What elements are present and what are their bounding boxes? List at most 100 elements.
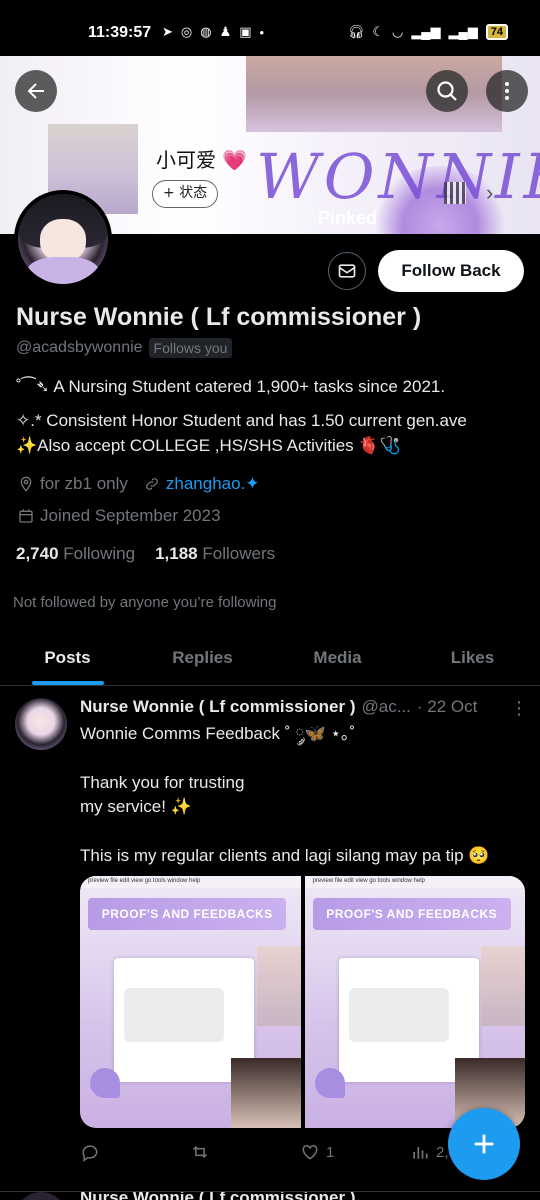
following-stat[interactable]: 2,740 Following — [16, 544, 135, 564]
banner-pinked-text: Pinked — [318, 208, 378, 228]
more-options-button[interactable] — [486, 70, 528, 112]
person-icon: ♟ — [219, 24, 232, 39]
more-dot: • — [259, 24, 265, 40]
link-item[interactable]: zhanghao.✦ — [144, 474, 260, 494]
search-icon — [437, 81, 457, 101]
tweet-line: Wonnie Comms Feedback ˚ ༘🦋 ⋆｡˚ — [80, 724, 356, 743]
following-count: 2,740 — [16, 544, 59, 563]
reply-button[interactable] — [80, 1142, 190, 1162]
shopping-bag-icon: ▣ — [239, 24, 252, 39]
follow-back-button[interactable]: Follow Back — [378, 250, 524, 292]
location-item: for zb1 only — [18, 474, 128, 494]
tweet-line: Thank you for trusting — [80, 772, 245, 792]
media-image-1[interactable]: preview file edit view go tools window h… — [80, 876, 301, 1128]
arrow-left-icon — [27, 83, 44, 99]
link-icon — [145, 478, 158, 490]
back-button[interactable] — [15, 70, 57, 112]
tab-media[interactable]: Media — [270, 630, 405, 685]
profile-meta: for zb1 only zhanghao.✦ — [18, 474, 260, 494]
plus-icon — [474, 1134, 494, 1154]
media-menu-bar: preview file edit view go tools window h… — [80, 876, 301, 888]
vertical-dots-icon — [505, 82, 509, 100]
instagram-icon: ◎ — [180, 24, 193, 39]
battery-indicator: 74 — [485, 24, 508, 40]
wifi-icon: ◡ — [391, 24, 404, 39]
tweet-avatar — [15, 1192, 67, 1200]
butterfly-icon — [90, 1068, 120, 1098]
bio-line: ✧.* Consistent Honor Student and has 1.5… — [16, 411, 467, 430]
handle-row: @acadsbywonnie Follows you — [16, 338, 233, 358]
media-menu-bar: preview file edit view go tools window h… — [304, 876, 525, 888]
headphones-icon: 🎧︎ — [347, 24, 365, 39]
avatar-image — [18, 194, 108, 284]
retweet-icon — [192, 1145, 208, 1159]
media-photo — [481, 946, 525, 1026]
profile-link[interactable]: zhanghao.✦ — [166, 474, 260, 494]
tweet-avatar[interactable] — [15, 698, 67, 750]
banner-wonnie-text: WONNIE — [256, 140, 540, 213]
compose-button[interactable] — [448, 1108, 520, 1180]
tab-posts[interactable]: Posts — [0, 630, 135, 685]
tweet-author-name: Nurse Wonnie ( Lf commissioner ) — [80, 697, 356, 716]
telegram-icon: ➤ — [162, 24, 173, 39]
analytics-icon — [413, 1147, 428, 1159]
tab-replies[interactable]: Replies — [135, 630, 270, 685]
bio-line: ˚⁀➴ A Nursing Student catered 1,900+ tas… — [16, 377, 446, 396]
mutual-followers-note: Not followed by anyone you’re following — [13, 594, 277, 611]
tweet-header: Nurse Wonnie ( Lf commissioner ) @ac... … — [80, 697, 520, 717]
following-label: Following — [63, 544, 136, 563]
tab-likes[interactable]: Likes — [405, 630, 540, 685]
avatar-body — [27, 257, 99, 284]
envelope-icon — [338, 264, 356, 278]
banner-status-button: + 状态 — [152, 180, 219, 208]
avatar-face — [39, 219, 87, 263]
tweet-line: my service! ✨ — [80, 797, 192, 816]
heart-icon — [302, 1144, 318, 1160]
tweet-author-handle: @ac... — [361, 697, 411, 716]
tweet-more-icon[interactable]: ⋮ — [510, 698, 528, 719]
notification-icons: ➤ ◎ ◍ ♟ ▣ • — [162, 24, 264, 40]
followers-label: Followers — [202, 544, 276, 563]
system-icons: 🎧︎ ☾ ◡ ▂▄▆ ▂▄▆ 74 — [348, 24, 508, 40]
reply-icon — [82, 1145, 98, 1162]
followers-count: 1,188 — [155, 544, 198, 563]
butterfly-icon — [314, 1068, 345, 1098]
like-button[interactable]: 1 — [300, 1142, 410, 1162]
media-title: PROOF'S AND FEEDBACKS — [88, 898, 287, 930]
tweet-date: · 22 Oct — [416, 697, 478, 716]
joined-text: Joined September 2023 — [40, 506, 221, 525]
moon-icon: ☾ — [372, 24, 384, 39]
status-bar: 11:39:57 ➤ ◎ ◍ ♟ ▣ • 🎧︎ ☾ ◡ ▂▄▆ ▂▄▆ 74 — [0, 0, 540, 56]
signal-icon: ▂▄▆ — [411, 24, 441, 39]
qr-code-icon — [444, 182, 466, 204]
profile-tabs: Posts Replies Media Likes — [0, 630, 540, 686]
tweet-media[interactable]: preview file edit view go tools window h… — [80, 876, 525, 1128]
profile-handle: @acadsbywonnie — [16, 339, 143, 356]
followers-stat[interactable]: 1,188 Followers — [155, 544, 275, 564]
follows-you-badge: Follows you — [148, 338, 233, 358]
media-photo — [230, 1058, 301, 1128]
media-image-2[interactable]: preview file edit view go tools window h… — [304, 876, 525, 1128]
profile-name: Nurse Wonnie ( Lf commissioner ) — [16, 303, 422, 331]
follow-stats: 2,740 Following 1,188 Followers — [16, 544, 275, 564]
status-time: 11:39:57 — [88, 24, 152, 41]
location-text: for zb1 only — [40, 474, 128, 493]
like-count: 1 — [326, 1143, 335, 1161]
chevron-right-icon: › — [486, 180, 494, 205]
message-button[interactable] — [328, 252, 366, 290]
media-title: PROOF'S AND FEEDBACKS — [312, 898, 511, 930]
profile-avatar[interactable] — [14, 190, 112, 288]
tweet[interactable]: Nurse Wonnie ( Lf commissioner ) @ac... … — [0, 686, 540, 1192]
tweet-author-name: Nurse Wonnie ( Lf commissioner ) — [80, 1192, 356, 1200]
joined-item: Joined September 2023 — [18, 506, 221, 526]
bio-line: ✨Also accept COLLEGE ,HS/SHS Activities … — [16, 436, 401, 455]
retweet-button[interactable] — [190, 1142, 300, 1162]
profile-bio: ˚⁀➴ A Nursing Student catered 1,900+ tas… — [16, 374, 526, 458]
messenger-icon: ◍ — [200, 24, 212, 39]
banner-cute-text: 小可爱 💗 — [156, 148, 248, 172]
next-tweet[interactable]: Nurse Wonnie ( Lf commissioner ) — [0, 1192, 540, 1200]
search-button[interactable] — [426, 70, 468, 112]
tweet-text: Wonnie Comms Feedback ˚ ༘🦋 ⋆｡˚ Thank you… — [80, 722, 520, 868]
signal-icon-2: ▂▄▆ — [448, 24, 478, 39]
location-pin-icon — [20, 476, 32, 492]
